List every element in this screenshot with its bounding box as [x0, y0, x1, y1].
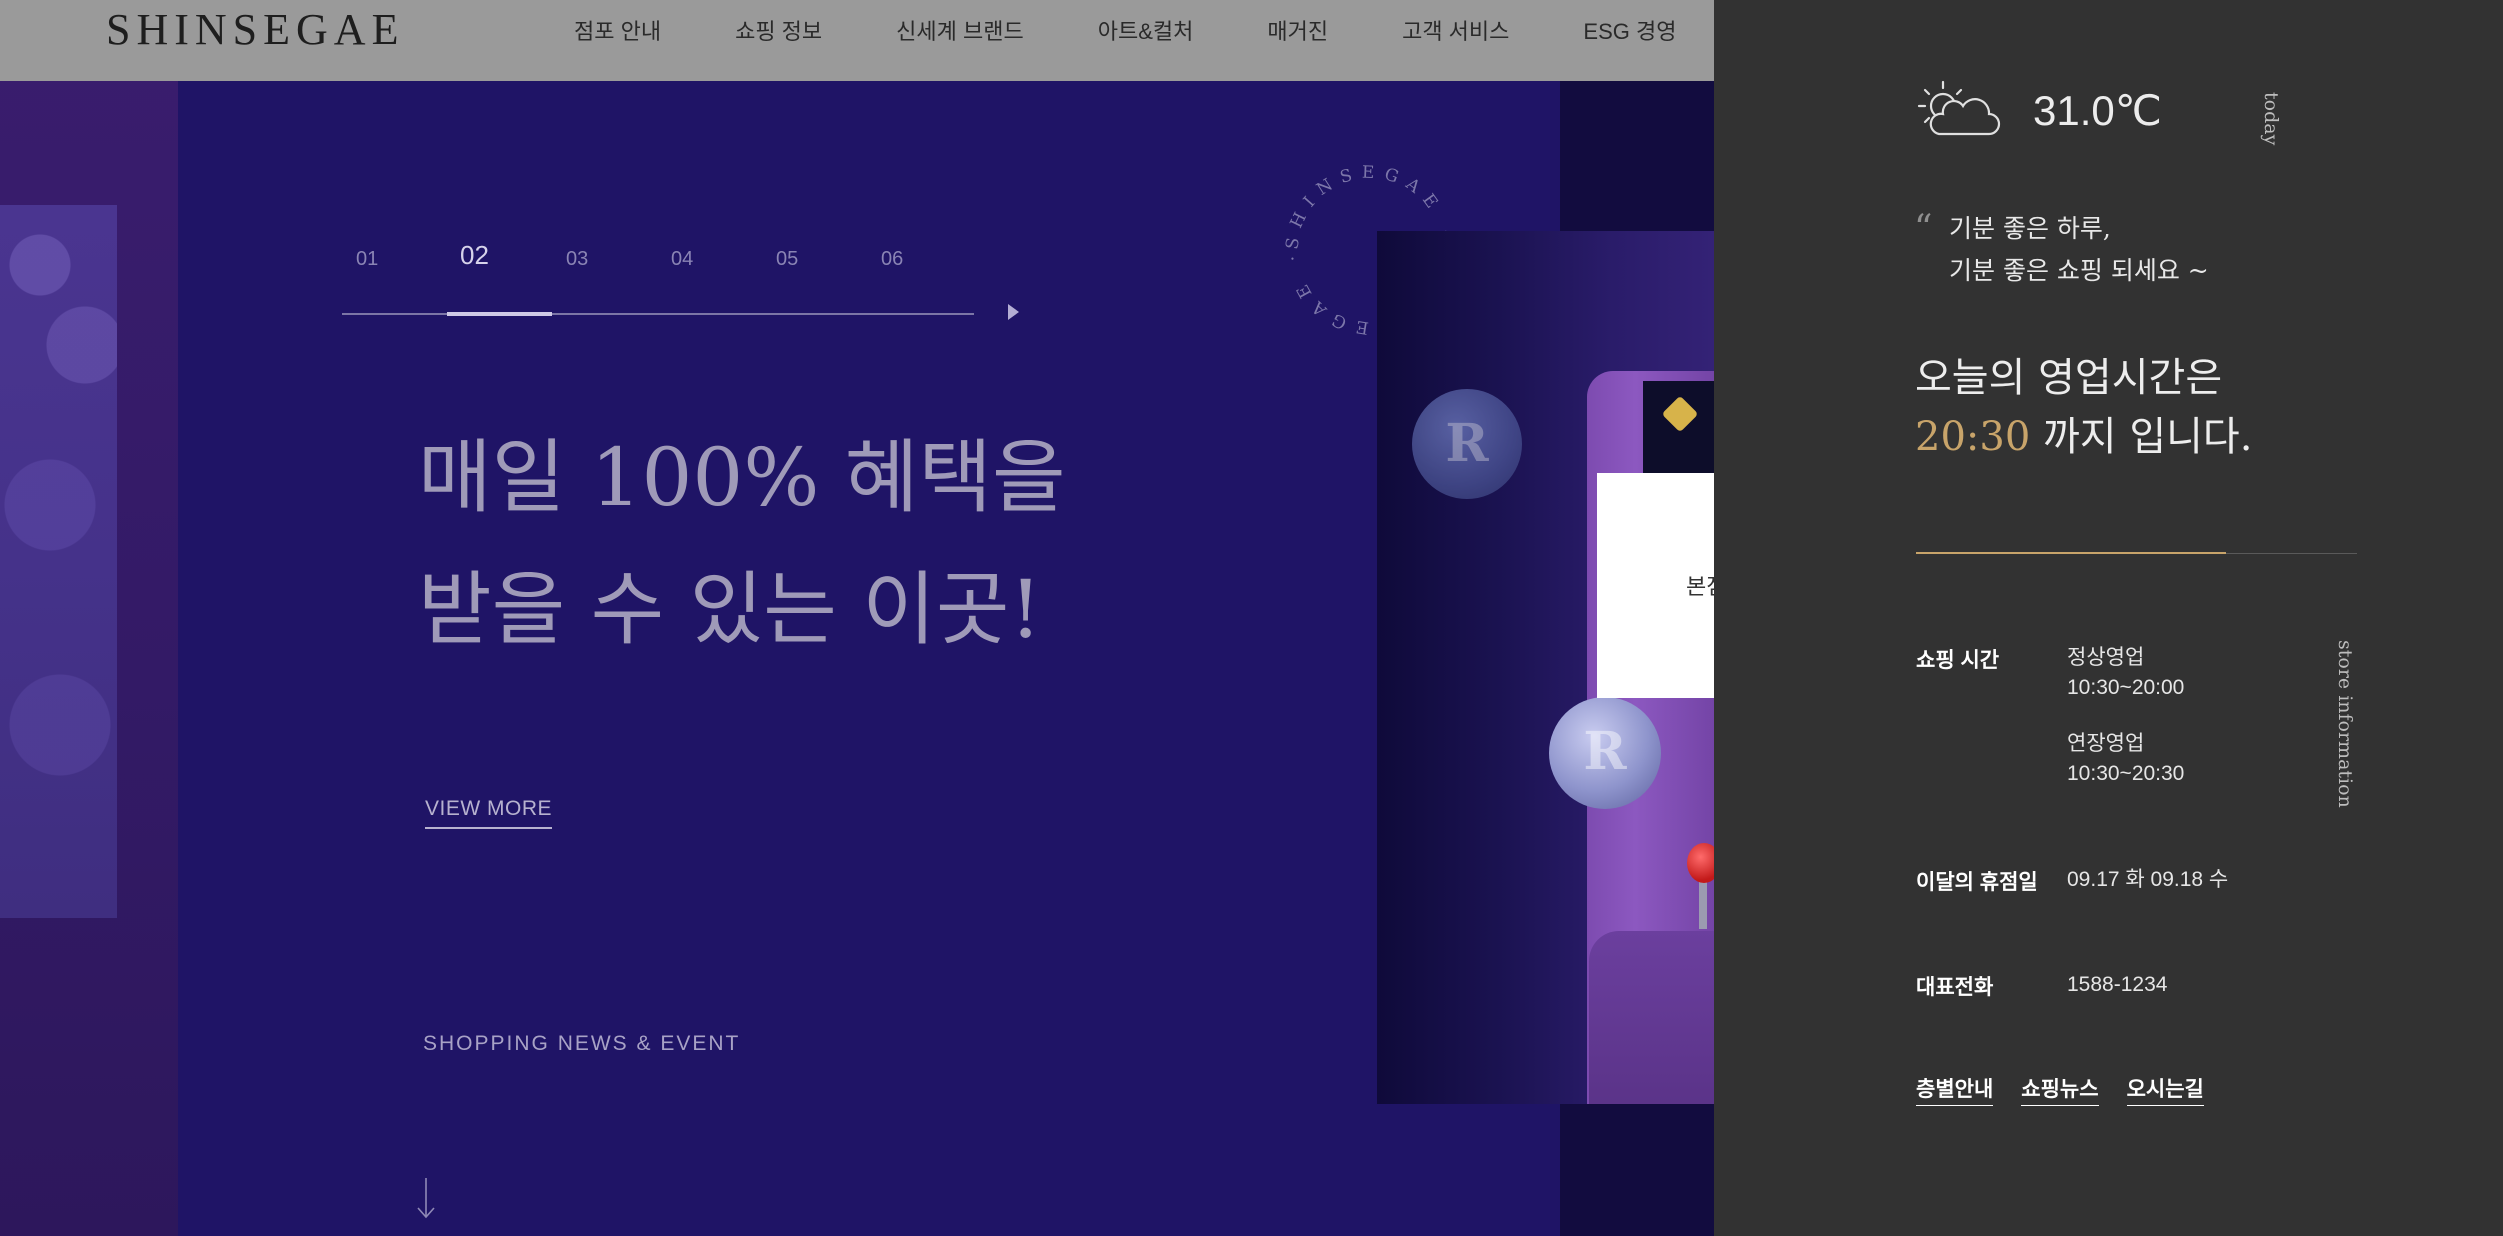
link-shopping-news[interactable]: 쇼핑뉴스 [2021, 1073, 2099, 1106]
regular-label: 정상영업 [2067, 646, 2145, 669]
hours-progress-bar [1916, 552, 2226, 554]
greeting: 기분 좋은 하루, 기분 좋은 쇼핑 되세요 ~ [1949, 208, 2209, 292]
nav-item-customer-service[interactable]: 고객 서비스 [1402, 14, 1509, 46]
quick-links: 층별안내 쇼핑뉴스 오시는길 [1916, 1073, 2232, 1106]
extended-time: 10:30~20:30 [2067, 762, 2185, 785]
extended-label: 연장영업 [2067, 732, 2145, 755]
nav-item-store-guide[interactable]: 점포 안내 [574, 14, 661, 46]
quote-icon: “ [1914, 208, 1933, 249]
store-info-panel: 31.0℃ today “ 기분 좋은 하루, 기분 좋은 쇼핑 되세요 ~ 오… [1714, 0, 2503, 1236]
phone-value[interactable]: 1588-1234 [2067, 970, 2167, 1000]
nav-item-magazine[interactable]: 매거진 [1267, 14, 1328, 46]
site-header: SHINSEGAE 점포 안내 쇼핑 정보 신세계 브랜드 아트&컬처 매거진 … [0, 0, 1714, 81]
page-overlay[interactable] [0, 81, 1714, 1236]
regular-hours: 정상영업 10:30~20:00 [2067, 643, 2184, 703]
store-information-label: store information [2334, 640, 2356, 808]
regular-time: 10:30~20:00 [2067, 676, 2185, 699]
link-directions[interactable]: 오시는길 [2126, 1073, 2204, 1106]
extended-hours: 연장영업 10:30~20:30 [2067, 729, 2184, 789]
shopping-hours-label: 쇼핑 시간 [1916, 649, 2000, 672]
partly-cloudy-icon [1917, 80, 2001, 136]
nav-item-brands[interactable]: 신세계 브랜드 [896, 14, 1024, 46]
nav-item-esg[interactable]: ESG 경영 [1583, 14, 1676, 46]
main-page: SHINSEGAE 점포 안내 쇼핑 정보 신세계 브랜드 아트&컬처 매거진 … [0, 0, 1714, 1236]
closing-time: 20:30 [1915, 414, 2031, 460]
today-label: today [2260, 92, 2282, 146]
greeting-line-1: 기분 좋은 하루, [1949, 214, 2111, 243]
main-nav: 점포 안내 쇼핑 정보 신세계 브랜드 아트&컬처 매거진 고객 서비스 ESG… [574, 14, 1676, 46]
phone-label: 대표전화 [1916, 976, 1994, 999]
holiday-label: 이달의 휴점일 [1916, 871, 2038, 894]
hours-closing: 20:30 까지 입니다. [1915, 404, 2252, 462]
closing-suffix: 까지 입니다. [2043, 414, 2253, 460]
greeting-line-2: 기분 좋은 쇼핑 되세요 ~ [1949, 256, 2209, 285]
nav-item-art-culture[interactable]: 아트&컬처 [1098, 14, 1194, 46]
logo[interactable]: SHINSEGAE [106, 4, 404, 55]
temperature: 31.0℃ [2033, 87, 2162, 134]
nav-item-shopping-info[interactable]: 쇼핑 정보 [735, 14, 822, 46]
link-floor-guide[interactable]: 층별안내 [1916, 1073, 1994, 1106]
holiday-value: 09.17 화 09.18 수 [2067, 868, 2229, 891]
hours-heading: 오늘의 영업시간은 [1915, 355, 2223, 401]
